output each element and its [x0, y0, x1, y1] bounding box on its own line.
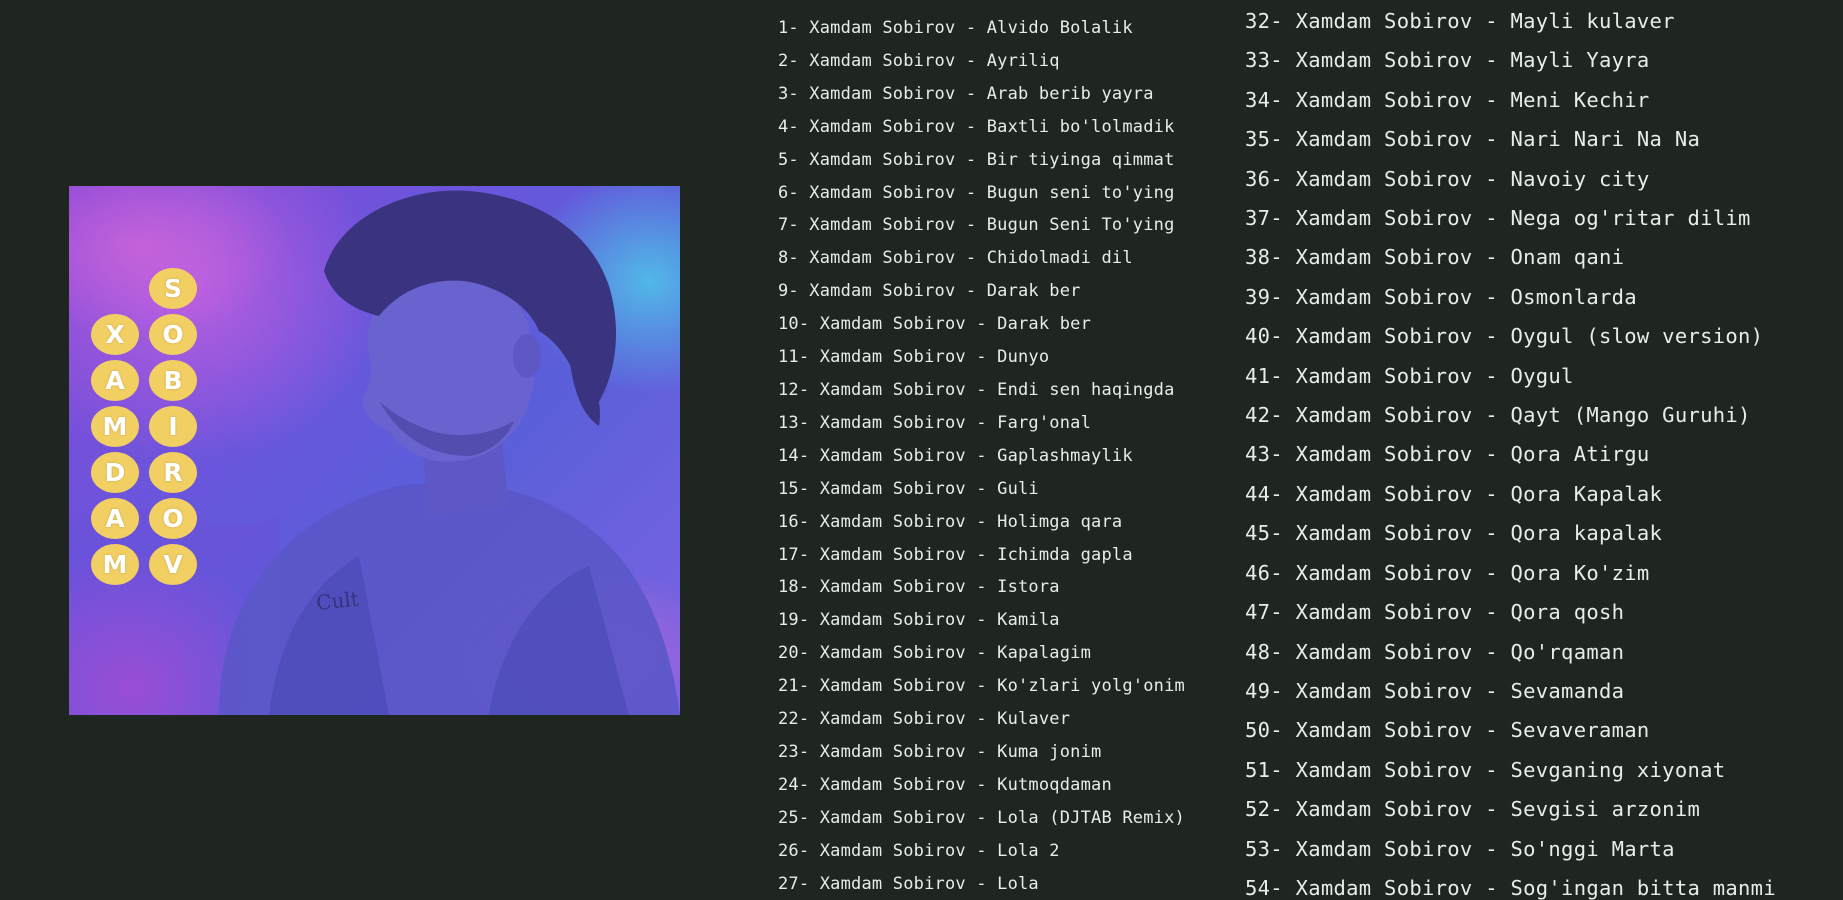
- track-item: 48- Xamdam Sobirov - Qo'rqaman: [1245, 639, 1625, 664]
- track-item: 33- Xamdam Sobirov - Mayli Yayra: [1245, 48, 1650, 73]
- track-item: 47- Xamdam Sobirov - Qora qosh: [1245, 600, 1625, 625]
- track-item: 40- Xamdam Sobirov - Oygul (slow version…: [1245, 324, 1764, 349]
- track-item: 44- Xamdam Sobirov - Qora Kapalak: [1245, 481, 1663, 506]
- track-list-column-1: 1- Xamdam Sobirov - Alvido Bolalik 2- Xam…: [778, 12, 1185, 900]
- track-item: 1- Xamdam Sobirov - Alvido Bolalik: [778, 18, 1133, 38]
- track-item: 27- Xamdam Sobirov - Lola: [778, 873, 1039, 894]
- first-name-letter-bubble: M: [91, 406, 139, 447]
- last-name-letter-bubble: O: [149, 314, 197, 355]
- track-item: 2- Xamdam Sobirov - Ayriliq: [778, 50, 1060, 71]
- shirt-text: Cult: [315, 587, 360, 615]
- last-name-letter-bubble: I: [149, 406, 197, 447]
- track-item: 38- Xamdam Sobirov - Onam qani: [1245, 245, 1625, 270]
- first-name-letter-bubble: D: [91, 452, 139, 493]
- track-item: 43- Xamdam Sobirov - Qora Atirgu: [1245, 442, 1650, 467]
- first-name-letter-bubble: A: [91, 360, 139, 401]
- track-item: 12- Xamdam Sobirov - Endi sen haqingda: [778, 379, 1175, 400]
- album-cover-art: Cult X A M D A M S O B I R O V: [69, 186, 680, 715]
- track-item: 18- Xamdam Sobirov - Istora: [778, 577, 1060, 598]
- track-item: 32- Xamdam Sobirov - Mayli kulaver: [1245, 9, 1675, 33]
- track-item: 34- Xamdam Sobirov - Meni Kechir: [1245, 87, 1650, 112]
- track-item: 25- Xamdam Sobirov - Lola (DJTAB Remix): [778, 807, 1185, 828]
- track-item: 9- Xamdam Sobirov - Darak ber: [778, 281, 1081, 302]
- track-item: 45- Xamdam Sobirov - Qora kapalak: [1245, 521, 1663, 546]
- track-item: 5- Xamdam Sobirov - Bir tiyinga qimmat: [778, 149, 1175, 170]
- track-item: 41- Xamdam Sobirov - Oygul: [1245, 363, 1574, 388]
- track-item: 23- Xamdam Sobirov - Kuma jonim: [778, 741, 1102, 762]
- track-item: 10- Xamdam Sobirov - Darak ber: [778, 314, 1092, 335]
- track-item: 14- Xamdam Sobirov - Gaplashmaylik: [778, 445, 1133, 466]
- track-item: 37- Xamdam Sobirov - Nega og'ritar dilim: [1245, 206, 1751, 231]
- track-item: 6- Xamdam Sobirov - Bugun seni to'ying: [778, 182, 1175, 203]
- track-item: 53- Xamdam Sobirov - So'nggi Marta: [1245, 836, 1675, 861]
- track-item: 13- Xamdam Sobirov - Farg'onal: [778, 412, 1092, 433]
- track-item: 52- Xamdam Sobirov - Sevgisi arzonim: [1245, 797, 1701, 822]
- track-item: 11- Xamdam Sobirov - Dunyo: [778, 347, 1050, 368]
- track-item: 42- Xamdam Sobirov - Qayt (Mango Guruhi): [1245, 403, 1751, 428]
- track-item: 19- Xamdam Sobirov - Kamila: [778, 610, 1060, 631]
- track-item: 8- Xamdam Sobirov - Chidolmadi dil: [778, 248, 1133, 269]
- track-item: 24- Xamdam Sobirov - Kutmoqdaman: [778, 774, 1112, 795]
- last-name-letter-bubble: B: [149, 360, 197, 401]
- last-name-letter-bubble: S: [149, 268, 197, 309]
- track-item: 35- Xamdam Sobirov - Nari Nari Na Na: [1245, 127, 1701, 152]
- track-item: 39- Xamdam Sobirov - Osmonlarda: [1245, 284, 1637, 309]
- last-name-letters: S O B I R O V: [149, 268, 197, 590]
- track-item: 15- Xamdam Sobirov - Guli: [778, 478, 1039, 499]
- track-item: 20- Xamdam Sobirov - Kapalagim: [778, 643, 1092, 664]
- track-item: 46- Xamdam Sobirov - Qora Ko'zim: [1245, 560, 1650, 585]
- last-name-letter-bubble: R: [149, 452, 197, 493]
- last-name-letter-bubble: O: [149, 498, 197, 539]
- track-item: 17- Xamdam Sobirov - Ichimda gapla: [778, 544, 1133, 565]
- first-name-letter-bubble: A: [91, 498, 139, 539]
- track-item: 36- Xamdam Sobirov - Navoiy city: [1245, 166, 1650, 191]
- track-list-column-2: 32- Xamdam Sobirov - Mayli kulaver 33- Xa…: [1245, 2, 1776, 900]
- track-item: 54- Xamdam Sobirov - Sog'ingan bitta man…: [1245, 875, 1776, 900]
- first-name-letter-bubble: X: [91, 314, 139, 355]
- track-item: 4- Xamdam Sobirov - Baxtli bo'lolmadik: [778, 116, 1175, 137]
- last-name-letter-bubble: V: [149, 544, 197, 585]
- track-item: 21- Xamdam Sobirov - Ko'zlari yolg'onim: [778, 676, 1185, 697]
- track-item: 26- Xamdam Sobirov - Lola 2: [778, 840, 1060, 861]
- track-item: 51- Xamdam Sobirov - Sevganing xiyonat: [1245, 757, 1726, 782]
- track-item: 16- Xamdam Sobirov - Holimga qara: [778, 511, 1123, 532]
- track-item: 7- Xamdam Sobirov - Bugun Seni To'ying: [778, 215, 1175, 236]
- track-item: 50- Xamdam Sobirov - Sevaveraman: [1245, 718, 1650, 743]
- first-name-letter-bubble: M: [91, 544, 139, 585]
- track-item: 49- Xamdam Sobirov - Sevamanda: [1245, 678, 1625, 703]
- track-item: 22- Xamdam Sobirov - Kulaver: [778, 709, 1071, 730]
- first-name-letters: X A M D A M: [91, 314, 139, 590]
- track-item: 3- Xamdam Sobirov - Arab berib yayra: [778, 83, 1154, 104]
